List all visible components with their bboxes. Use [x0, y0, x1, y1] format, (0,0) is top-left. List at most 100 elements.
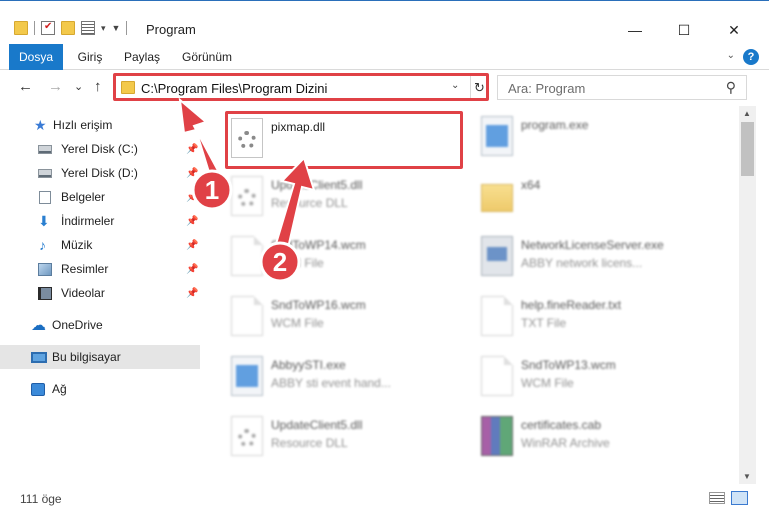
file-type: WinRAR Archive [521, 436, 610, 450]
window-title: Program [146, 22, 196, 37]
status-bar: 111 öge [0, 484, 769, 517]
list-item[interactable]: SndToWP14.wcm WCM File [225, 230, 475, 284]
sidebar-item-label: Videolar [61, 286, 105, 300]
separator [126, 21, 128, 35]
sidebar-item-label: Resimler [61, 262, 109, 276]
pictures-icon [38, 262, 52, 276]
quick-access-toolbar: ▾ ▼ [14, 21, 128, 35]
properties-check-icon[interactable] [41, 21, 55, 35]
file-name: SndToWP16.wcm [271, 298, 366, 312]
sidebar-item-label: Belgeler [61, 190, 106, 204]
downloads-icon: ⬇ [38, 212, 50, 229]
sidebar-item-network[interactable]: Ağ [0, 377, 200, 401]
up-button[interactable]: ↑ [94, 78, 102, 95]
chevron-down-icon[interactable]: ▾ [101, 23, 106, 34]
list-item[interactable]: AbbyySTI.exe ABBY sti event hand... [225, 350, 475, 404]
file-type: WCM File [271, 256, 324, 270]
file-name: AbbyySTI.exe [271, 358, 346, 372]
sidebar-item-music[interactable]: ♪ Müzik 📌 [0, 233, 200, 257]
network-icon [31, 382, 45, 396]
sidebar-item-pictures[interactable]: Resimler 📌 [0, 257, 200, 281]
refresh-button[interactable]: ↻ [470, 76, 488, 100]
file-type: TXT File [521, 316, 567, 330]
tab-view[interactable]: Görünüm [176, 44, 238, 70]
title-bar: ▾ ▼ Program — ☐ ✕ [0, 0, 769, 44]
pin-icon: 📌 [186, 191, 199, 203]
list-item[interactable]: SndToWP16.wcm WCM File [225, 290, 475, 344]
sidebar-item-label: Hızlı erişim [53, 118, 113, 132]
archive-file-icon [481, 416, 513, 456]
file-type: WCM File [521, 376, 574, 390]
file-name: SndToWP14.wcm [271, 238, 366, 252]
list-item[interactable]: NetworkLicenseServer.exe ABBY network li… [475, 230, 725, 284]
file-type: ABBY network licens... [521, 256, 643, 270]
address-path[interactable]: C:\Program Files\Program Dizini [141, 81, 327, 96]
forward-button[interactable]: → [48, 78, 63, 95]
scrollbar-thumb[interactable] [741, 122, 754, 176]
separator [34, 21, 35, 35]
file-type: Resource DLL [271, 436, 348, 450]
address-bar[interactable]: C:\Program Files\Program Dizini ⌄ ↻ [114, 75, 488, 101]
back-button[interactable]: ← [18, 78, 33, 95]
exe-file-icon [231, 356, 263, 396]
tab-share[interactable]: Paylaş [120, 44, 164, 70]
list-item[interactable]: UpdateClient5.dll Resource DLL [225, 410, 475, 464]
list-item[interactable]: UpdateClient5.dll Resource DLL [225, 170, 475, 224]
folder-icon [481, 184, 513, 212]
file-name: UpdateClient5.dll [271, 418, 363, 432]
file-name: SndToWP13.wcm [521, 358, 616, 372]
file-name: certificates.cab [521, 418, 602, 432]
list-item[interactable]: certificates.cab WinRAR Archive [475, 410, 725, 464]
search-input[interactable]: Ara: Program ⚲ [497, 75, 747, 100]
list-item[interactable]: SndToWP13.wcm WCM File [475, 350, 725, 404]
computer-icon [31, 351, 47, 363]
help-button[interactable]: ? [743, 49, 759, 65]
sidebar-item-label: Bu bilgisayar [52, 350, 121, 364]
pin-icon: 📌 [186, 143, 199, 155]
close-button[interactable]: ✕ [714, 19, 754, 41]
list-item[interactable]: x64 [475, 170, 725, 224]
cloud-icon: ☁ [31, 316, 46, 334]
tiles-view-icon[interactable] [731, 491, 748, 505]
minimize-button[interactable]: — [615, 19, 655, 41]
scroll-down-icon[interactable]: ▼ [743, 472, 751, 481]
sidebar-item-downloads[interactable]: ⬇ İndirmeler 📌 [0, 209, 200, 233]
sidebar-item-drive-d[interactable]: Yerel Disk (D:) 📌 [0, 161, 200, 185]
sidebar-item-documents[interactable]: Belgeler 📌 [0, 185, 200, 209]
dll-file-icon [231, 416, 263, 456]
list-item[interactable]: pixmap.dll [225, 112, 475, 166]
customize-toolbar-icon[interactable]: ▼ [112, 23, 121, 33]
pin-icon: 📌 [186, 215, 199, 227]
document-file-icon [481, 356, 513, 396]
document-file-icon [481, 296, 513, 336]
maximize-button[interactable]: ☐ [664, 19, 704, 41]
sidebar-item-onedrive[interactable]: ☁ OneDrive [0, 313, 200, 337]
ribbon-tabs: Dosya Giriş Paylaş Görünüm ⌄ ? [0, 44, 769, 98]
sidebar-item-this-pc[interactable]: Bu bilgisayar [0, 345, 200, 369]
list-item[interactable]: help.fineReader.txt TXT File [475, 290, 725, 344]
chevron-down-icon[interactable]: ⌄ [727, 50, 735, 61]
dll-file-icon [231, 118, 263, 158]
chevron-down-icon[interactable]: ⌄ [451, 80, 459, 91]
folder-icon[interactable] [14, 21, 28, 35]
recent-locations-button[interactable]: ⌄ [74, 80, 83, 93]
list-item[interactable]: program.exe [475, 110, 725, 164]
details-view-icon[interactable] [709, 492, 725, 504]
sidebar-item-drive-c[interactable]: Yerel Disk (C:) 📌 [0, 137, 200, 161]
search-icon[interactable]: ⚲ [726, 79, 736, 96]
search-placeholder: Ara: Program [508, 81, 586, 96]
item-count: 111 öge [20, 492, 62, 506]
sidebar-item-label: Yerel Disk (D:) [61, 166, 138, 180]
tab-home[interactable]: Giriş [72, 44, 108, 70]
drive-icon [38, 168, 52, 178]
new-folder-icon[interactable] [61, 21, 75, 35]
vertical-scrollbar[interactable]: ▲ ▼ [739, 106, 756, 484]
view-options-icon[interactable] [81, 21, 95, 35]
navigation-pane: ★ Hızlı erişim Yerel Disk (C:) 📌 Yerel D… [0, 106, 203, 484]
sidebar-item-quick-access[interactable]: ★ Hızlı erişim [0, 113, 200, 137]
file-type: WCM File [271, 316, 324, 330]
sidebar-item-label: İndirmeler [61, 214, 115, 228]
sidebar-item-videos[interactable]: Videolar 📌 [0, 281, 200, 305]
exe-file-icon [481, 116, 513, 156]
scroll-up-icon[interactable]: ▲ [743, 109, 751, 118]
